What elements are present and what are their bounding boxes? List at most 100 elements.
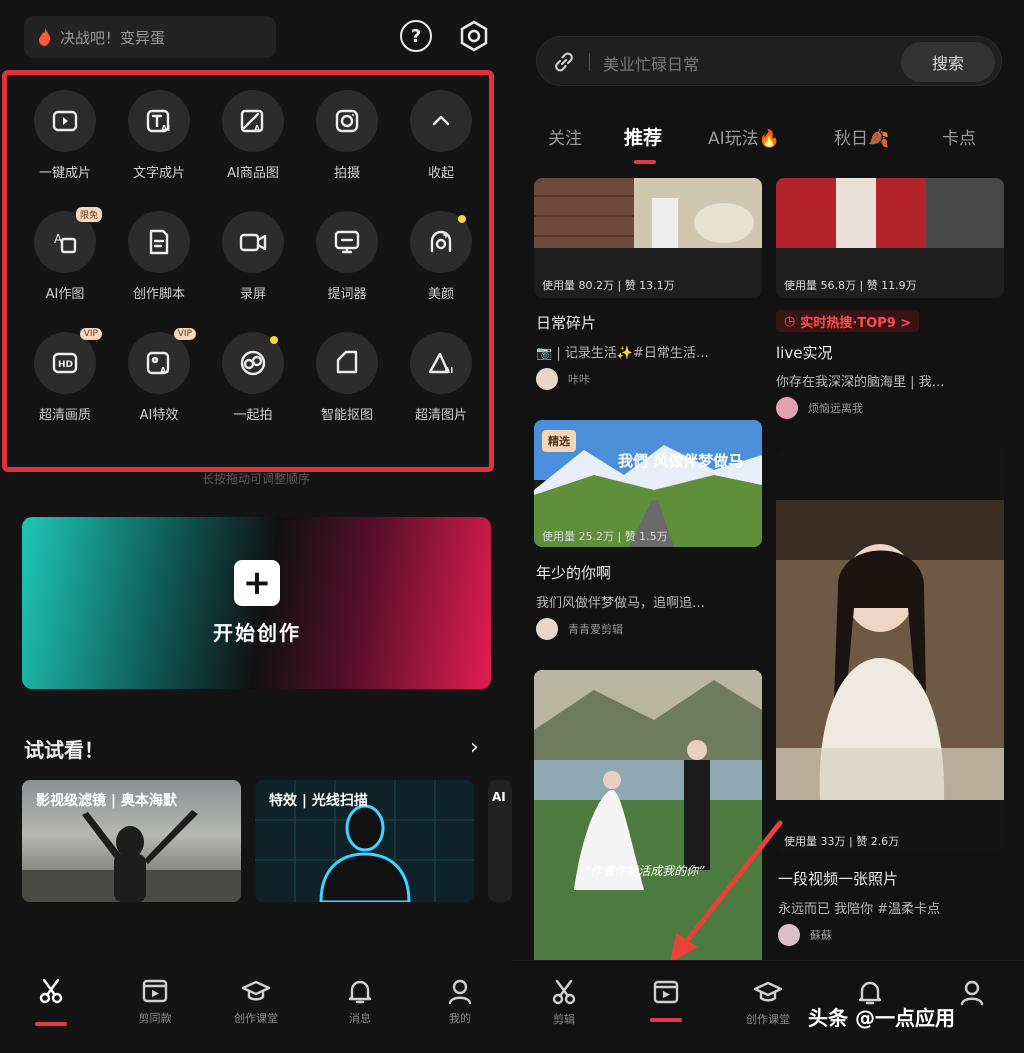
try-card-effect[interactable]: 特效 | 光线扫描 bbox=[255, 780, 474, 902]
tab-active-indicator bbox=[634, 160, 656, 164]
tool-label: 智能抠图 bbox=[320, 408, 373, 423]
card-thumbnail bbox=[776, 448, 1004, 853]
feed-card-2[interactable]: 使用量 56.8万 | 赞 11.9万 bbox=[776, 178, 1004, 298]
usage-stats: 使用量 80.2万 | 赞 13.1万 bbox=[542, 279, 675, 292]
tool-badge: VIP bbox=[79, 328, 102, 340]
card-author[interactable]: 烦恼远离我 bbox=[776, 397, 863, 419]
feed-card-4[interactable]: 使用量 33万 | 赞 2.6万 bbox=[776, 448, 1004, 853]
featured-tag: 精选 bbox=[542, 430, 576, 452]
nav-item[interactable]: 创作课堂 bbox=[728, 977, 808, 1027]
author-name: 烦恼远离我 bbox=[808, 402, 863, 415]
bottom-nav: 剪同款 创作课堂 消息 我的 bbox=[0, 960, 512, 1053]
tool-label: 创作脚本 bbox=[132, 287, 185, 302]
chevron-right-icon[interactable]: › bbox=[470, 735, 479, 760]
hot-search-badge[interactable]: ◷ 实时热搜·TOP9 > bbox=[776, 310, 920, 332]
help-icon[interactable]: ? bbox=[400, 20, 432, 52]
tool-item[interactable]: AI AI商品图 bbox=[206, 90, 300, 181]
settings-icon[interactable] bbox=[458, 20, 490, 52]
feed-card-1[interactable]: 使用量 80.2万 | 赞 13.1万 bbox=[534, 178, 762, 298]
search-input[interactable]: 美业忙碌日常 bbox=[603, 51, 699, 75]
tab-beat[interactable]: 卡点 bbox=[942, 124, 976, 149]
tool-item[interactable]: 一键成片 bbox=[18, 90, 112, 181]
tool-label: 拍摄 bbox=[333, 166, 360, 181]
ai-image-icon: AI bbox=[222, 90, 284, 152]
try-card-filter[interactable]: 影视级滤镜 | 奥本海默 bbox=[22, 780, 241, 902]
tool-item[interactable]: 拍摄 bbox=[300, 90, 394, 181]
feed-card-3[interactable]: 精选 我們 风做伴梦做马 使用量 25.2万 | 赞 1.5万 bbox=[534, 420, 762, 547]
template-search-bar[interactable]: 美业忙碌日常 搜索 bbox=[536, 36, 1002, 86]
tool-label: 一键成片 bbox=[38, 166, 91, 181]
search-bar[interactable]: 决战吧！变异蛋 bbox=[24, 16, 276, 58]
card-desc: 你存在我深深的脑海里 | 我… bbox=[776, 375, 945, 390]
card-title: 一段视频一张照片 bbox=[778, 870, 899, 888]
beauty-icon bbox=[410, 211, 472, 273]
nav-item[interactable]: 剪辑 bbox=[524, 977, 604, 1027]
nav-item[interactable]: 消息 bbox=[320, 976, 400, 1026]
tool-item[interactable]: 提词器 bbox=[300, 211, 394, 302]
tool-item[interactable]: AI 文字成片 bbox=[112, 90, 206, 181]
author-name: 咔咔 bbox=[568, 373, 590, 386]
card-author[interactable]: 青青爱剪辑 bbox=[536, 618, 623, 640]
cutout-icon bbox=[316, 332, 378, 394]
try-card-ai[interactable]: AI bbox=[488, 780, 512, 902]
feed-tabs: 关注 推荐 AI玩法🔥 秋日🍂 卡点 bbox=[512, 124, 1024, 164]
graduation-cap-icon bbox=[753, 977, 783, 1007]
hd-icon: HD VIP bbox=[34, 328, 102, 394]
tool-label: 收起 bbox=[427, 166, 454, 181]
nav-item[interactable]: 我的 bbox=[420, 976, 500, 1026]
nav-item[interactable] bbox=[11, 976, 91, 1010]
author-name: 蘇蘇 bbox=[810, 929, 832, 942]
tool-label: 超清图片 bbox=[414, 408, 467, 423]
link-icon[interactable] bbox=[551, 49, 577, 75]
tab-follow[interactable]: 关注 bbox=[548, 124, 582, 149]
tool-label: 美颜 bbox=[427, 287, 454, 302]
tool-item[interactable]: 创作脚本 bbox=[112, 211, 206, 302]
tool-label: 录屏 bbox=[239, 287, 266, 302]
graduation-cap-icon bbox=[241, 976, 271, 1006]
tool-item[interactable]: AI 超清图片 bbox=[394, 332, 488, 423]
card-desc: 我们风做伴梦做马，追啊追… bbox=[536, 596, 706, 611]
nav-item[interactable]: 创作课堂 bbox=[216, 976, 296, 1026]
search-placeholder: 决战吧！变异蛋 bbox=[60, 28, 166, 47]
annotation-arrow-icon bbox=[670, 820, 783, 963]
scissors-icon bbox=[549, 977, 579, 1007]
plus-icon[interactable]: + bbox=[234, 560, 280, 606]
tool-item[interactable]: 智能抠图 bbox=[300, 332, 394, 423]
tool-item[interactable]: 录屏 bbox=[206, 211, 300, 302]
tool-item[interactable]: HD VIP 超清画质 bbox=[18, 328, 112, 423]
card-thumbnail bbox=[534, 178, 762, 248]
chevron-up-icon bbox=[410, 90, 472, 152]
clock-icon: ◷ bbox=[784, 313, 796, 329]
tab-ai-play[interactable]: AI玩法🔥 bbox=[708, 124, 780, 149]
play-rect-icon bbox=[34, 90, 96, 152]
nav-item[interactable] bbox=[626, 977, 706, 1011]
card-desc: 永远而已 我陪你 #温柔卡点 bbox=[778, 902, 941, 917]
svg-text:AI: AI bbox=[161, 124, 170, 133]
avatar bbox=[776, 397, 798, 419]
tool-item[interactable]: A 限免 AI作图 bbox=[18, 207, 112, 302]
start-create-label: 开始创作 bbox=[213, 621, 301, 645]
search-button[interactable]: 搜索 bbox=[901, 42, 995, 82]
tool-item[interactable]: 美颜 bbox=[394, 211, 488, 302]
bell-icon bbox=[345, 976, 375, 1006]
tool-badge: 限免 bbox=[75, 207, 102, 222]
nav-label: 剪同款 bbox=[138, 1012, 172, 1025]
together-icon bbox=[222, 332, 284, 394]
tool-item[interactable]: 一起拍 bbox=[206, 332, 300, 423]
tool-label: 提词器 bbox=[327, 287, 367, 302]
text-ai-icon: AI bbox=[128, 90, 190, 152]
tab-autumn[interactable]: 秋日🍂 bbox=[834, 124, 889, 149]
nav-active-indicator bbox=[35, 1022, 67, 1026]
ai-draw-icon: A 限免 bbox=[34, 207, 102, 273]
card-title: live实况 bbox=[776, 344, 833, 362]
card-author[interactable]: 咔咔 bbox=[536, 368, 590, 390]
nav-item[interactable]: 剪同款 bbox=[115, 976, 195, 1026]
card-title: 年少的你啊 bbox=[536, 564, 612, 582]
tab-recommend[interactable]: 推荐 bbox=[624, 123, 662, 150]
usage-stats: 使用量 25.2万 | 赞 1.5万 bbox=[542, 530, 668, 543]
tool-item[interactable]: 收起 bbox=[394, 90, 488, 181]
tool-label: AI作图 bbox=[45, 287, 85, 302]
tool-item[interactable]: AI VIP AI特效 bbox=[112, 328, 206, 423]
card-desc: 📷 | 记录生活✨#日常生活… bbox=[536, 346, 709, 361]
tool-label: AI特效 bbox=[139, 408, 179, 423]
